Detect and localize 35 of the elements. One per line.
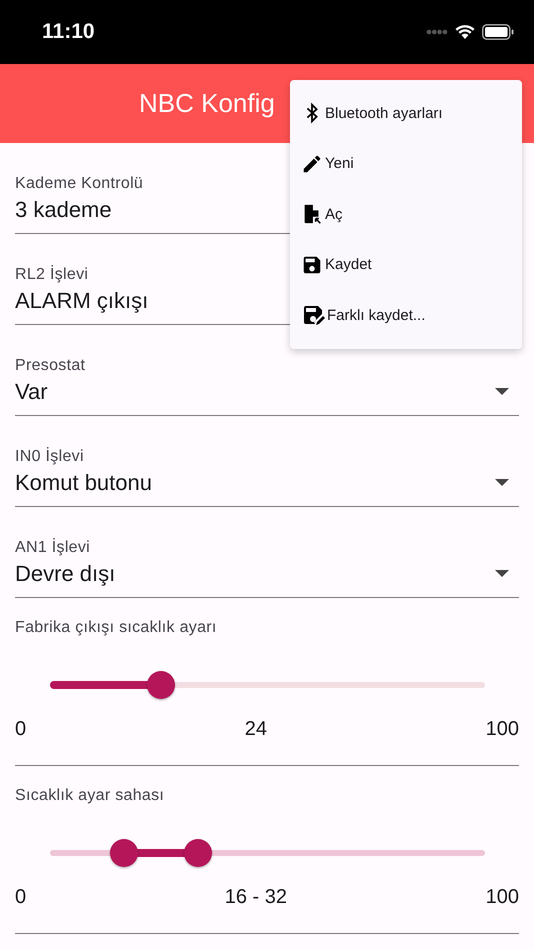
clock: 11:10 bbox=[42, 20, 95, 44]
dropdown-caret-icon bbox=[495, 479, 509, 487]
battery-icon bbox=[482, 24, 514, 40]
field-value: Devre dışı bbox=[15, 561, 116, 587]
field-label: Presostat bbox=[15, 357, 86, 375]
menu-item[interactable]: Kaydet bbox=[290, 240, 522, 290]
dropdown-caret-icon bbox=[495, 388, 509, 396]
slider-thumb[interactable] bbox=[110, 839, 138, 867]
field-value: Komut butonu bbox=[15, 470, 152, 496]
dropdown-caret-icon bbox=[495, 570, 509, 578]
signal-icon bbox=[426, 29, 448, 35]
field-value: ALARM çıkışı bbox=[15, 288, 148, 314]
slider-thumb[interactable] bbox=[184, 839, 212, 867]
slider-min: 0 bbox=[15, 886, 26, 909]
field-label: Kademe Kontrolü bbox=[15, 175, 144, 193]
app-title: NBC Konfig bbox=[139, 88, 275, 119]
pencil-icon bbox=[301, 152, 323, 175]
field-label: AN1 İşlevi bbox=[15, 539, 92, 557]
slider-max: 100 bbox=[486, 886, 519, 909]
slider-max: 100 bbox=[486, 718, 519, 741]
wifi-icon bbox=[454, 24, 476, 40]
field-value: 3 kademe bbox=[15, 197, 112, 223]
save-as-icon bbox=[301, 303, 325, 328]
slider-min: 0 bbox=[15, 718, 26, 741]
slider-label: Sıcaklık ayar sahası bbox=[15, 787, 164, 804]
field-label: RL2 İşlevi bbox=[15, 266, 90, 284]
field-label: IN0 İşlevi bbox=[15, 448, 85, 466]
dropdown-field[interactable]: AN1 İşlevi Devre dışı bbox=[15, 507, 519, 598]
slider-label: Fabrika çıkışı sıcaklık ayarı bbox=[15, 619, 217, 636]
slider-thumb[interactable] bbox=[147, 671, 176, 699]
dropdown-field[interactable]: IN0 İşlevi Komut butonu bbox=[15, 416, 519, 507]
slider-value: 16 - 32 bbox=[224, 886, 287, 909]
field-value: Var bbox=[15, 379, 48, 405]
menu-item[interactable]: Bluetooth ayarları bbox=[290, 88, 522, 138]
slider-value: 24 bbox=[244, 718, 267, 741]
